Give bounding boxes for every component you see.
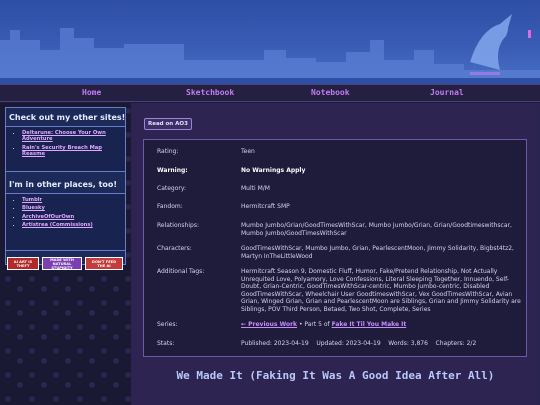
badge-row: AI ART IS THEFT MADE WITH NATURAL STUPID… <box>7 257 123 270</box>
category-label: Category: <box>157 185 186 192</box>
nav-sketchbook[interactable]: Sketchbook <box>186 88 234 97</box>
relationships-value: Mumbo Jumbo/Grian/GoodTimesWithScar, Mum… <box>241 222 512 237</box>
characters-value: GoodTimesWithScar, Mumbo Jumbo, Grian, P… <box>241 245 514 260</box>
place-link-tumblr[interactable]: Tumblr <box>22 197 42 203</box>
warning-label: Warning: <box>157 167 188 174</box>
badge-natural-stupidity: MADE WITH NATURAL STUPIDITY <box>42 257 82 270</box>
rating-value: Teen <box>241 148 255 155</box>
series-part-text: • Part 5 of <box>297 321 332 328</box>
relationships-label: Relationships: <box>157 222 199 229</box>
sites-title: Check out my other sites! <box>9 113 126 122</box>
place-link-artistrea[interactable]: Artistrea (Commissions) <box>22 222 93 228</box>
list-item: Tumblr <box>22 197 121 203</box>
stats-value: Published: 2023-04-19 Updated: 2023-04-1… <box>241 340 477 347</box>
list-item: Rain's Security Breach Map Reasme <box>22 145 121 158</box>
characters-label: Characters: <box>157 245 192 252</box>
nav-journal[interactable]: Journal <box>430 88 464 97</box>
main-nav: Home Sketchbook Notebook Journal <box>0 84 540 102</box>
nav-home[interactable]: Home <box>82 88 101 97</box>
previous-work-link[interactable]: ← Previous Work <box>241 321 297 328</box>
places-list: Tumblr Bluesky ArchiveOfOurOwn Artistrea… <box>5 193 126 251</box>
series-link[interactable]: Fake It Til You Make It <box>332 321 407 328</box>
sites-list: Deltarune: Choose Your Own Adventure Rai… <box>5 126 126 172</box>
stats-label: Stats: <box>157 340 175 347</box>
badge-ai-theft: AI ART IS THEFT <box>7 257 39 270</box>
read-on-ao3-button[interactable]: Read on AO3 <box>144 118 192 130</box>
warning-value: No Warnings Apply <box>241 167 306 174</box>
series-value: ← Previous Work • Part 5 of Fake It Til … <box>241 321 521 329</box>
rating-label: Rating: <box>157 148 179 155</box>
list-item: Deltarune: Choose Your Own Adventure <box>22 130 121 143</box>
fandom-value: Hermitcraft SMP <box>241 203 290 210</box>
list-item: Bluesky <box>22 205 121 211</box>
fandom-label: Fandom: <box>157 203 183 210</box>
site-link-security-breach[interactable]: Rain's Security Breach Map Reasme <box>22 145 102 157</box>
tags-label: Additional Tags: <box>157 268 205 275</box>
site-link-deltarune[interactable]: Deltarune: Choose Your Own Adventure <box>22 130 106 142</box>
place-link-ao3[interactable]: ArchiveOfOurOwn <box>22 214 74 220</box>
header-banner <box>0 0 540 84</box>
list-item: ArchiveOfOurOwn <box>22 214 121 220</box>
category-value: Multi M/M <box>241 185 270 192</box>
place-link-bluesky[interactable]: Bluesky <box>22 205 45 211</box>
places-title: I'm in other places, too! <box>9 180 118 189</box>
tags-value: Hermitcraft Season 9, Domestic Fluff, Hu… <box>241 268 521 313</box>
nav-notebook[interactable]: Notebook <box>311 88 350 97</box>
series-label: Series: <box>157 321 178 328</box>
badge-dont-feed-ai: DON'T FEED THE AI <box>85 257 123 270</box>
work-title: We Made It (Faking It Was A Good Idea Af… <box>176 369 495 382</box>
skyline-illustration <box>0 14 540 84</box>
list-item: Artistrea (Commissions) <box>22 222 121 228</box>
scrollbar[interactable] <box>536 103 540 405</box>
